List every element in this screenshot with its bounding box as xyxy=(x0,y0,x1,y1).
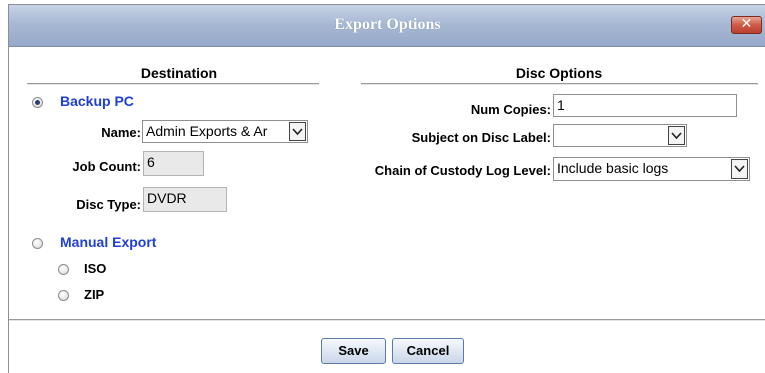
job-count-label: Job Count: xyxy=(72,159,141,174)
iso-radio[interactable] xyxy=(58,264,69,275)
chevron-down-icon xyxy=(734,165,745,173)
backup-pc-radio[interactable] xyxy=(32,97,43,108)
name-select[interactable]: Admin Exports & Ar xyxy=(142,120,308,143)
custody-log-select[interactable]: Include basic logs xyxy=(553,157,750,181)
destination-divider xyxy=(27,83,319,85)
disc-type-label: Disc Type: xyxy=(76,197,141,212)
manual-export-label[interactable]: Manual Export xyxy=(60,234,156,250)
name-select-value: Admin Exports & Ar xyxy=(146,123,268,139)
disc-options-divider xyxy=(361,83,758,85)
name-label: Name: xyxy=(101,125,141,140)
name-select-dropdown[interactable] xyxy=(289,122,306,141)
custody-log-select-dropdown[interactable] xyxy=(731,159,748,179)
num-copies-label: Num Copies: xyxy=(470,102,551,117)
chevron-down-icon xyxy=(292,128,303,136)
zip-radio[interactable] xyxy=(58,290,69,301)
chevron-down-icon xyxy=(671,132,682,140)
close-icon: ✕ xyxy=(740,16,753,32)
backup-pc-label[interactable]: Backup PC xyxy=(60,93,134,109)
close-button[interactable]: ✕ xyxy=(731,16,762,34)
disc-type-field: DVDR xyxy=(143,187,227,212)
destination-heading: Destination xyxy=(140,65,218,81)
title-bar[interactable]: Export Options ✕ xyxy=(9,5,765,47)
custody-log-label: Chain of Custody Log Level: xyxy=(374,163,551,178)
subject-select[interactable] xyxy=(553,124,687,147)
subject-select-dropdown[interactable] xyxy=(668,126,685,145)
num-copies-field[interactable]: 1 xyxy=(553,94,737,117)
manual-export-radio[interactable] xyxy=(32,238,43,249)
cancel-button[interactable]: Cancel xyxy=(392,338,464,364)
job-count-field: 6 xyxy=(143,151,204,176)
save-button[interactable]: Save xyxy=(321,338,386,364)
disc-options-heading: Disc Options xyxy=(515,65,603,81)
subject-label: Subject on Disc Label: xyxy=(411,130,551,145)
dialog-title: Export Options xyxy=(334,16,441,33)
footer-divider xyxy=(9,319,765,321)
zip-label[interactable]: ZIP xyxy=(84,287,104,302)
custody-log-select-value: Include basic logs xyxy=(557,160,669,176)
export-options-dialog: Export Options ✕ Destination Backup PC N… xyxy=(8,4,765,373)
iso-label[interactable]: ISO xyxy=(84,261,106,276)
